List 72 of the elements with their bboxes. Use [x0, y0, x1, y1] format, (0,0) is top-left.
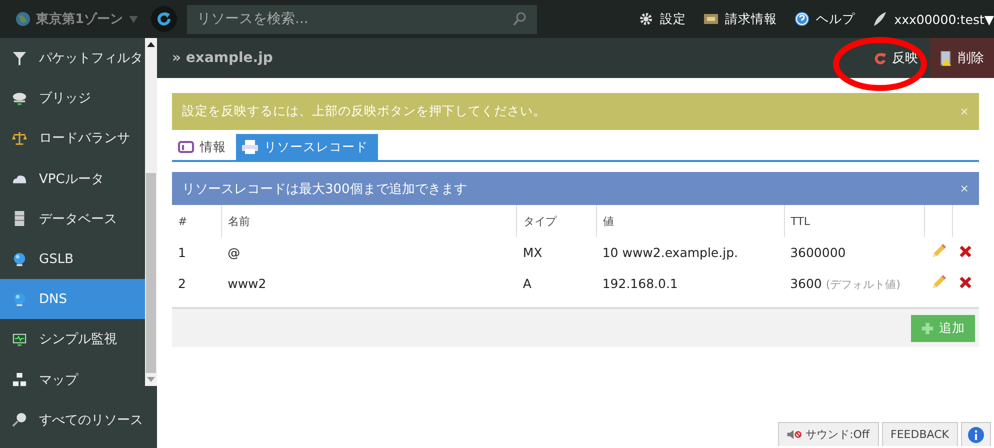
sidebar-item[interactable]: データベース: [0, 198, 145, 239]
top-link[interactable]: xxx00000:test▼: [894, 12, 994, 26]
network-icon: [12, 372, 27, 388]
plus-icon: [921, 322, 934, 334]
alert-text: 設定を反映するには、上部の反映ボタンを押下してください。: [182, 103, 546, 120]
table-cell: 2: [178, 276, 186, 291]
scrollbar[interactable]: [145, 38, 157, 386]
info-icon: [968, 426, 984, 442]
pencil-icon[interactable]: [930, 243, 946, 259]
table-cell: 3600: [790, 276, 822, 290]
globe-icon: [16, 12, 30, 26]
search-icon: [12, 412, 27, 428]
sound-button[interactable]: サウンド:Off: [778, 422, 879, 446]
help-icon[interactable]: [795, 12, 810, 26]
sidebar-item[interactable]: ロードバランサ: [0, 118, 145, 159]
table-cell: MX: [522, 245, 542, 260]
info-icon: [178, 141, 194, 153]
column-header: タイプ: [516, 205, 596, 237]
zone-selector[interactable]: 東京第1ゾーン: [36, 10, 124, 28]
table-cell: 192.168.0.1: [602, 276, 678, 291]
printer-icon: [242, 140, 258, 154]
scale-icon: [12, 130, 27, 146]
tab[interactable]: 情報: [172, 134, 236, 160]
delete-icon[interactable]: [958, 244, 972, 258]
top-link[interactable]: ヘルプ: [816, 10, 856, 28]
table-cell: 10 www2.example.jp.: [602, 245, 738, 260]
scrollbar-thumb[interactable]: [146, 173, 156, 373]
notice-text: リソースレコードは最大300個まで追加できます: [182, 180, 467, 198]
globe-icon: [12, 252, 27, 267]
warning-icon: [940, 50, 953, 66]
sidebar-item[interactable]: VPCルータ: [0, 158, 145, 199]
sidebar-item[interactable]: パケットフィルタ: [0, 38, 145, 78]
refresh-icon: [874, 52, 887, 64]
scroll-up-icon[interactable]: [147, 42, 155, 47]
pencil-icon[interactable]: [930, 274, 946, 290]
table-cell: www2: [228, 276, 266, 291]
sidebar-item[interactable]: GSLB: [0, 238, 145, 280]
delete-icon[interactable]: [958, 276, 972, 288]
sidebar-item[interactable]: DNS: [0, 279, 145, 320]
gear-icon[interactable]: [639, 12, 654, 26]
table-cell: A: [522, 276, 532, 291]
table-cell: 1: [178, 245, 186, 260]
monitor-icon: [12, 332, 27, 347]
breadcrumb: » example.jp: [172, 50, 273, 66]
column-header: TTL: [784, 205, 924, 237]
funnel-icon: [12, 50, 27, 66]
column-header: 名前: [222, 205, 517, 237]
sidebar-item[interactable]: ブリッジ: [0, 78, 145, 118]
globe-icon: [12, 292, 27, 307]
tab[interactable]: リソースレコード: [236, 134, 378, 160]
refresh-icon: [156, 11, 172, 27]
sidebar-item[interactable]: すべてのリソース: [0, 400, 145, 440]
sidebar-item[interactable]: マップ: [0, 360, 145, 400]
cloud-icon: [12, 90, 27, 106]
feather-icon[interactable]: [873, 12, 888, 26]
delete-button[interactable]: 削除: [930, 38, 994, 78]
database-icon: [12, 211, 27, 226]
bill-icon[interactable]: [704, 12, 718, 26]
column-header: #: [172, 205, 222, 237]
search-field[interactable]: リソースを検索...: [187, 4, 537, 34]
default-note: (デフォルト値): [826, 278, 900, 290]
table-cell: @: [228, 245, 240, 260]
top-link[interactable]: 請求情報: [725, 10, 778, 28]
refresh-button[interactable]: [151, 6, 177, 32]
column-header: 値: [596, 205, 784, 237]
sidebar-item[interactable]: シンプル監視: [0, 319, 145, 360]
feedback-button[interactable]: FEEDBACK: [882, 422, 958, 446]
table-cell: 3600000: [790, 245, 846, 260]
info-button[interactable]: [961, 422, 991, 446]
search-icon[interactable]: [513, 12, 527, 26]
top-link[interactable]: 設定: [660, 10, 686, 28]
muted-speaker-icon: [786, 430, 802, 439]
